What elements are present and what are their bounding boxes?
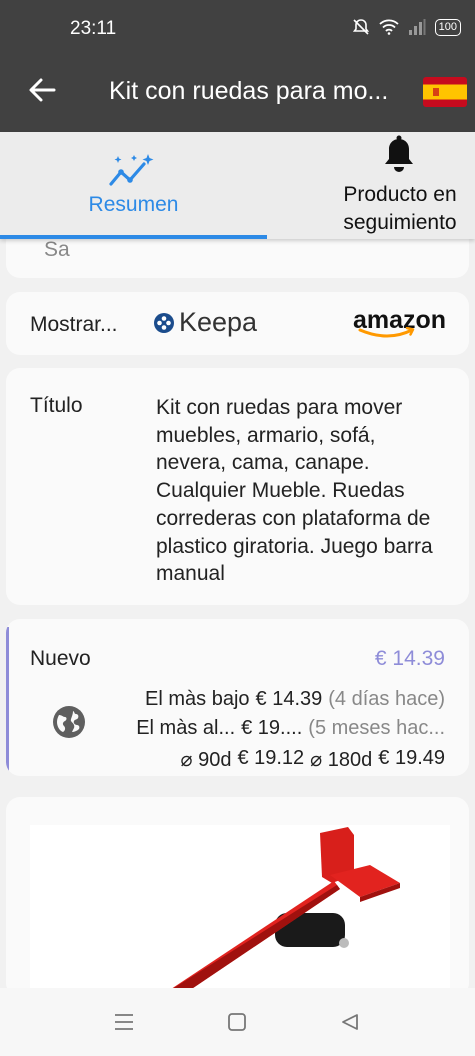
bell-icon — [385, 135, 413, 172]
tab-producto-seguimiento-label: Producto en seguimiento — [343, 183, 457, 234]
highest-price-row: El màs al... € 19.... (5 meses hac... — [136, 717, 445, 740]
product-image-card — [6, 797, 469, 997]
price-accent-bar — [6, 627, 9, 775]
avg180-label: ⌀ 180d — [310, 749, 373, 771]
signal-icon — [408, 19, 426, 35]
back-nav-icon[interactable] — [340, 1012, 360, 1032]
avg90-label: ⌀ 90d — [180, 749, 232, 771]
avg180-value: € 19.49 — [378, 747, 445, 769]
wifi-icon — [379, 19, 399, 35]
highest-value: € 19.... — [241, 717, 303, 739]
status-bar: 23:11 100 — [0, 0, 475, 58]
highest-when: (5 meses hac... — [308, 717, 445, 739]
tab-resumen[interactable]: Resumen — [0, 132, 267, 239]
partial-card-text: Sa — [44, 238, 70, 261]
tab-bar: Resumen Producto en seguimiento — [0, 132, 475, 239]
lowest-when: (4 días hace) — [328, 688, 445, 710]
status-icons: 100 — [352, 18, 461, 36]
mute-bell-icon — [352, 19, 369, 35]
average-price-row: ⌀ 90d € 19.12 ⌀ 180d € 19.49 — [180, 747, 445, 772]
keepa-label: Keepa — [179, 307, 258, 337]
title-label: Título — [30, 394, 83, 417]
tab-selected-indicator — [0, 235, 267, 239]
product-image[interactable] — [30, 825, 450, 997]
tab-resumen-label: Resumen — [88, 193, 179, 216]
globe-icon — [53, 706, 85, 738]
avg90-value: € 19.12 — [237, 747, 305, 769]
tab-producto-seguimiento[interactable]: Producto en seguimiento — [267, 132, 475, 239]
current-price: € 14.39 — [374, 647, 445, 670]
show-on-card: Mostrar... Keepa amazon — [6, 292, 469, 355]
keepa-logo-icon — [154, 312, 174, 333]
keepa-button[interactable]: Keepa — [153, 307, 257, 338]
lowest-value: € 14.39 — [255, 688, 323, 710]
amazon-smile-icon — [358, 327, 415, 338]
lowest-label: El màs bajo — [145, 688, 250, 710]
system-nav-bar — [0, 988, 475, 1056]
price-card[interactable]: Nuevo € 14.39 El màs bajo € 14.39 (4 día… — [6, 619, 469, 776]
chart-sparkle-icon — [109, 154, 154, 186]
lowest-price-row: El màs bajo € 14.39 (4 días hace) — [145, 688, 445, 711]
status-time: 23:11 — [70, 18, 117, 39]
battery-icon: 100 — [434, 18, 461, 36]
home-icon[interactable] — [227, 1012, 247, 1032]
condition-label: Nuevo — [30, 647, 91, 670]
product-title-header: Kit con ruedas para mo... — [109, 77, 389, 105]
menu-icon[interactable] — [113, 1012, 135, 1032]
title-value: Kit con ruedas para mover muebles, armar… — [156, 396, 433, 586]
app-bar: Kit con ruedas para mo... — [0, 58, 475, 132]
highest-label: El màs al... — [136, 717, 236, 739]
show-on-label: Mostrar... — [30, 313, 118, 336]
spain-flag-icon[interactable] — [423, 77, 467, 107]
title-card: Título Kit con ruedas para mover muebles… — [6, 368, 469, 605]
back-arrow-icon[interactable] — [26, 74, 58, 106]
